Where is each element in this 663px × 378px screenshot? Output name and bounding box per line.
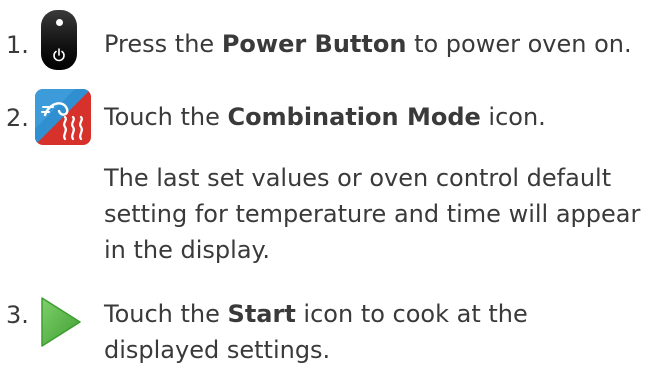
step-2-note-line-3: in the display. (104, 236, 270, 264)
step-3-prefix: Touch the (104, 300, 228, 328)
step-3-line-2: displayed settings. (104, 336, 331, 364)
step-2-text: Touch the Combination Mode icon. (104, 100, 546, 134)
step-2-note-line-1: The last set values or oven control defa… (104, 164, 612, 192)
power-button-icon (41, 10, 77, 70)
step-2-note-line-2: setting for temperature and time will ap… (104, 200, 641, 228)
step-3-suffix: icon to cook at the (295, 300, 528, 328)
step-3-number: 3. (6, 301, 29, 329)
step-1-prefix: Press the (104, 30, 222, 58)
step-2-bold: Combination Mode (227, 103, 481, 131)
step-2-number: 2. (6, 104, 29, 132)
step-1-number: 1. (6, 31, 29, 59)
step-2-suffix: icon. (480, 103, 546, 131)
step-3-text: Touch the Start icon to cook at the (104, 297, 528, 331)
start-play-icon (41, 297, 81, 347)
step-1-suffix: to power oven on. (406, 30, 632, 58)
step-1-text: Press the Power Button to power oven on. (104, 27, 632, 61)
step-3-bold: Start (227, 300, 296, 328)
step-1-bold: Power Button (221, 30, 407, 58)
combination-mode-icon (35, 89, 91, 145)
step-2-prefix: Touch the (104, 103, 228, 131)
